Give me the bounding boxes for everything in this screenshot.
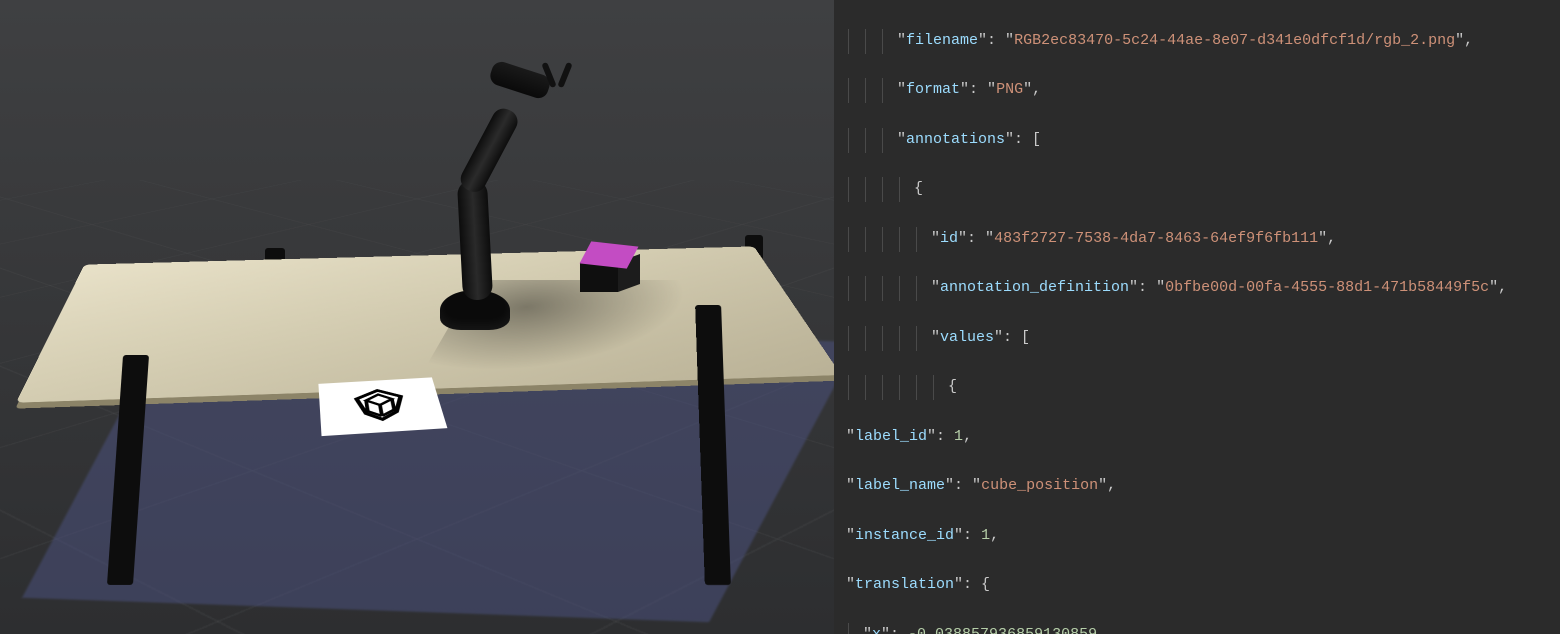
robot-gripper [540, 60, 580, 94]
json-string: 483f2727-7538-4da7-8463-64ef9f6fb111 [994, 230, 1318, 247]
fiducial-marker [318, 377, 447, 436]
app-container: "filename": "RGB2ec83470-5c24-44ae-8e07-… [0, 0, 1560, 634]
scene-viewport[interactable] [0, 0, 834, 634]
json-key: x [872, 626, 881, 634]
json-key: format [906, 81, 960, 98]
unity-logo-icon [348, 387, 414, 425]
json-key: annotations [906, 131, 1005, 148]
json-number: 1 [954, 428, 963, 445]
json-key: translation [855, 576, 954, 593]
json-string: PNG [996, 81, 1023, 98]
robot-link [457, 104, 522, 196]
robot-arm[interactable] [400, 60, 560, 330]
json-string: 0bfbe00d-00fa-4555-88d1-471b58449f5c [1165, 279, 1489, 296]
json-code-panel[interactable]: "filename": "RGB2ec83470-5c24-44ae-8e07-… [834, 0, 1560, 634]
json-key: id [940, 230, 958, 247]
json-key: filename [906, 32, 978, 49]
json-string: cube_position [981, 477, 1098, 494]
json-key: annotation_definition [940, 279, 1129, 296]
json-number: -0.038857936859130859 [908, 626, 1097, 634]
json-number: 1 [981, 527, 990, 544]
json-key: instance_id [855, 527, 954, 544]
target-cube[interactable] [580, 248, 630, 292]
robot-link [457, 179, 493, 300]
json-key: values [940, 329, 994, 346]
json-key: label_name [855, 477, 945, 494]
json-string: RGB2ec83470-5c24-44ae-8e07-d341e0dfcf1d/… [1014, 32, 1455, 49]
json-key: label_id [855, 428, 927, 445]
